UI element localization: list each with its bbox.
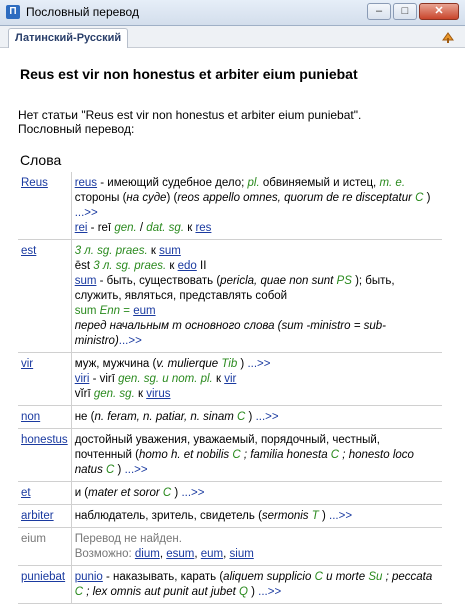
word-link[interactable]: vir <box>21 358 33 370</box>
more-link[interactable]: ...>> <box>75 207 98 219</box>
table-row: est 3 л. sg. praes. к sum ēst 3 л. sg. p… <box>18 239 442 353</box>
title-bar: П Пословный перевод – □ ✕ <box>0 0 465 26</box>
maximize-button[interactable]: □ <box>393 3 417 20</box>
table-row: eium Перевод не найден. Возможно: dium, … <box>18 527 442 566</box>
word-link[interactable]: puniebat <box>21 571 65 583</box>
word-translation-label: Пословный перевод: <box>18 122 135 136</box>
lemma-link[interactable]: virus <box>146 388 170 400</box>
page-title: Reus est vir non honestus et arbiter eiu… <box>20 66 358 82</box>
status-message: Нет статьи "Reus est vir non honestus et… <box>18 108 361 136</box>
translation-content: Reus est vir non honestus et arbiter eiu… <box>10 52 450 604</box>
lemma-link[interactable]: eum <box>133 305 155 317</box>
more-link[interactable]: ...>> <box>256 411 279 423</box>
word-definition: 3 л. sg. praes. к sum ēst 3 л. sg. praes… <box>71 239 442 353</box>
lemma-link[interactable]: punio <box>75 571 103 583</box>
suggestion-link[interactable]: eum <box>201 548 223 560</box>
lemma-link[interactable]: rei <box>75 222 88 234</box>
word-link[interactable]: est <box>21 245 36 257</box>
table-row: honestus достойный уважения, уважаемый, … <box>18 428 442 482</box>
more-link[interactable]: ...>> <box>329 510 352 522</box>
lemma-link[interactable]: edo <box>178 260 197 272</box>
lemma-link[interactable]: sum <box>75 275 97 287</box>
table-row: Reus reus - имеющий судебное дело; pl. о… <box>18 172 442 240</box>
word-definition: не (n. feram, n. patiar, n. sinam C ) ..… <box>71 405 442 429</box>
more-link[interactable]: ...>> <box>181 487 204 499</box>
minimize-button[interactable]: – <box>367 3 391 20</box>
word-link[interactable]: et <box>21 487 31 499</box>
more-link[interactable]: ...>> <box>119 335 142 347</box>
window-title: Пословный перевод <box>26 5 139 19</box>
word-link[interactable]: non <box>21 411 40 423</box>
speak-icon[interactable] <box>441 30 455 44</box>
more-link[interactable]: ...>> <box>125 464 148 476</box>
suggestion-link[interactable]: dium <box>135 548 160 560</box>
lemma-link[interactable]: sum <box>159 245 181 257</box>
lemma-link[interactable]: vir <box>224 373 236 385</box>
word-link[interactable]: arbiter <box>21 510 54 522</box>
more-link[interactable]: ...>> <box>258 586 281 598</box>
word-definition: Перевод не найден. Возможно: dium, esum,… <box>71 527 442 566</box>
word-definition: punio - наказывать, карать (aliquem supp… <box>71 565 442 604</box>
table-row: et и (mater et soror C ) ...>> <box>18 481 442 505</box>
lemma-link[interactable]: reus <box>75 177 97 189</box>
table-row: puniebat punio - наказывать, карать (ali… <box>18 565 442 604</box>
word-link[interactable]: honestus <box>21 434 68 446</box>
more-link[interactable]: ...>> <box>247 358 270 370</box>
word-definition: и (mater et soror C ) ...>> <box>71 481 442 505</box>
lemma-link[interactable]: res <box>195 222 211 234</box>
word-definition: наблюдатель, зритель, свидетель (sermoni… <box>71 504 442 528</box>
word-not-found: eium <box>18 527 72 566</box>
close-button[interactable]: ✕ <box>419 3 459 20</box>
table-row: vir муж, мужчина (v. mulierque Tib ) ...… <box>18 352 442 406</box>
suggestion-link[interactable]: esum <box>166 548 194 560</box>
table-row: arbiter наблюдатель, зритель, свидетель … <box>18 504 442 528</box>
book-icon: П <box>6 5 20 19</box>
section-title: Слова <box>20 152 62 168</box>
suggestion-link[interactable]: sium <box>230 548 254 560</box>
words-table: Reus reus - имеющий судебное дело; pl. о… <box>18 172 442 604</box>
lemma-link[interactable]: viri <box>75 373 90 385</box>
no-article-text: Нет статьи "Reus est vir non honestus et… <box>18 108 362 122</box>
tab-bar: Латинский-Русский <box>0 26 465 48</box>
word-definition: достойный уважения, уважаемый, порядочны… <box>71 428 442 482</box>
word-definition: муж, мужчина (v. mulierque Tib ) ...>> v… <box>71 352 442 406</box>
word-definition: reus - имеющий судебное дело; pl. обвиня… <box>71 172 442 240</box>
word-link[interactable]: Reus <box>21 177 48 189</box>
table-row: non не (n. feram, n. patiar, n. sinam C … <box>18 405 442 429</box>
tab-latin-russian[interactable]: Латинский-Русский <box>8 28 129 48</box>
